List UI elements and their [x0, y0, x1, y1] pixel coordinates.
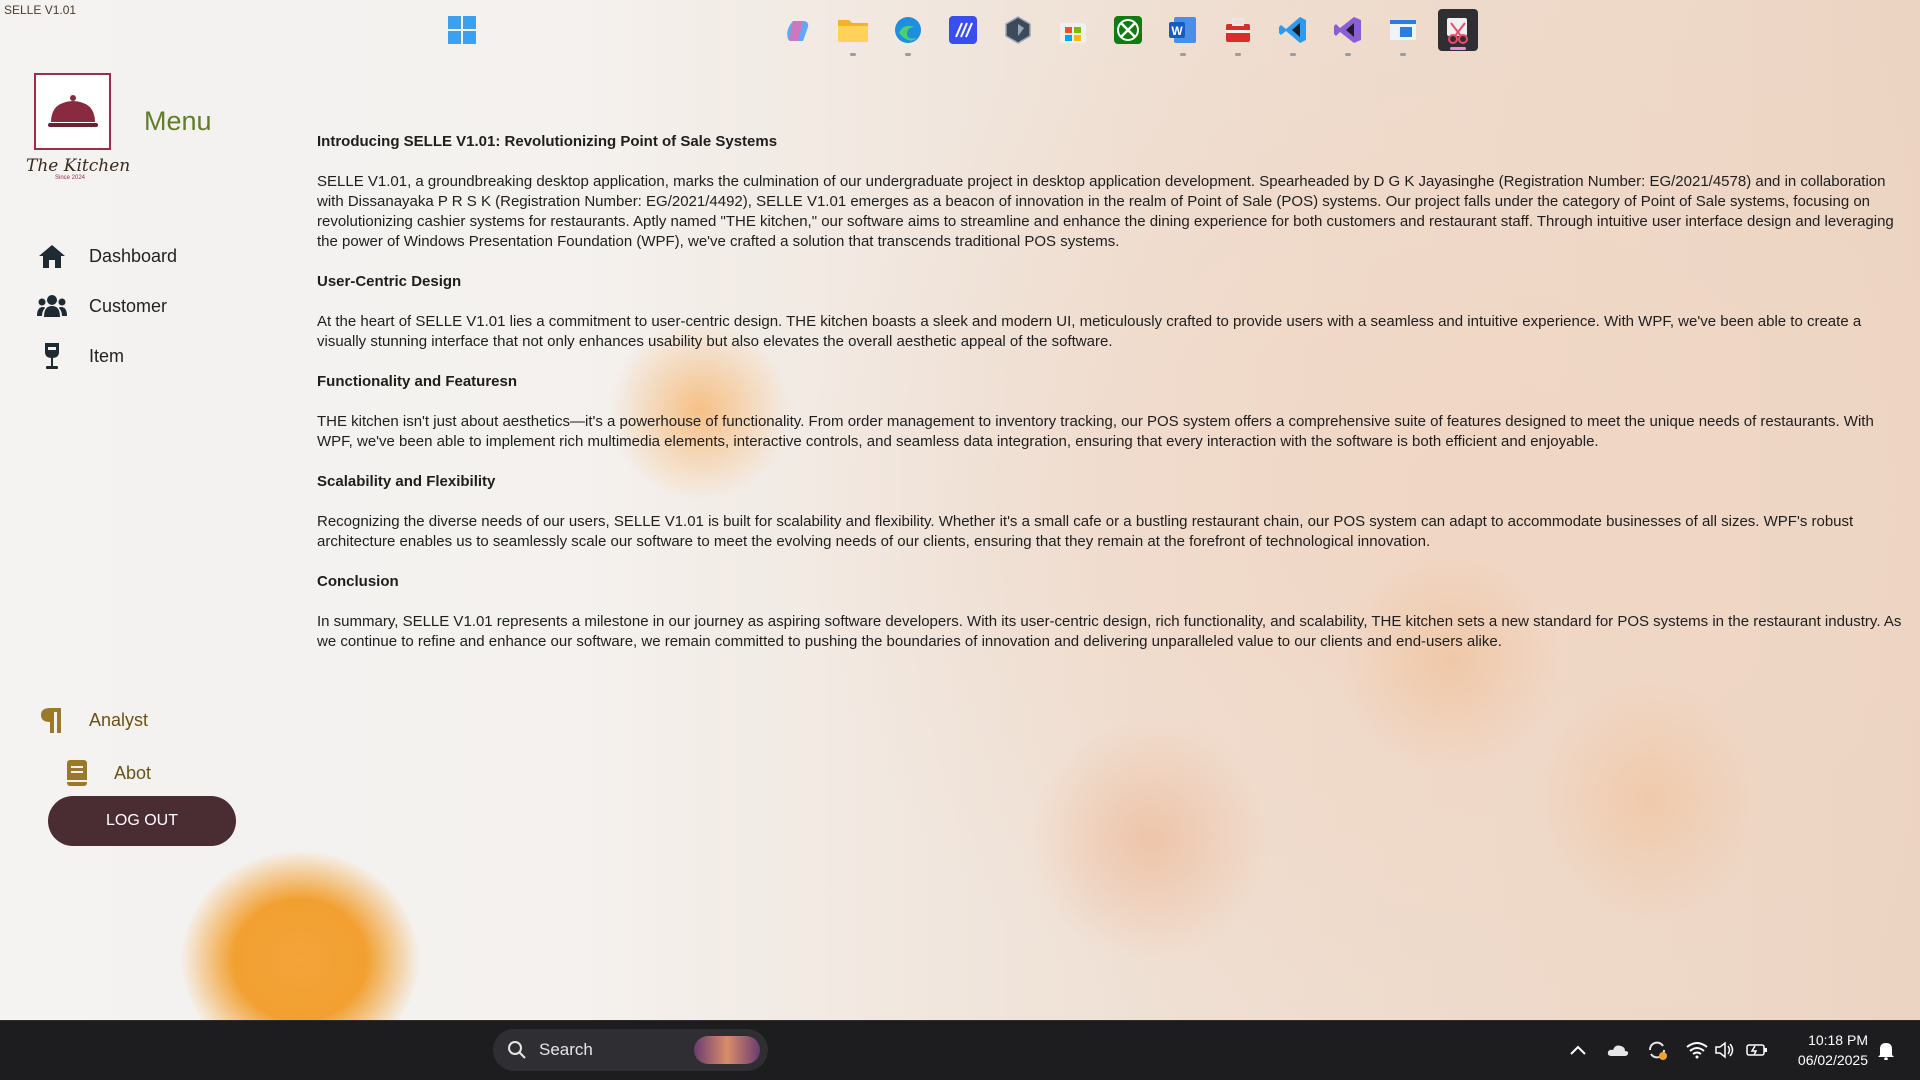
- sidebar-item-dashboard[interactable]: Dashboard: [36, 240, 177, 272]
- section-title: Functionality and Featuresn: [317, 373, 518, 390]
- window-app-icon[interactable]: [1385, 12, 1421, 56]
- clock-date: 06/02/2025: [1797, 1052, 1868, 1068]
- logout-button[interactable]: LOG OUT: [48, 796, 236, 846]
- menu-title: Menu: [144, 106, 212, 136]
- home-icon: [36, 240, 68, 272]
- search-label: Search: [539, 1040, 593, 1059]
- volume-icon[interactable]: [1713, 1038, 1737, 1062]
- section-body: Recognizing the diverse needs of our use…: [317, 513, 1854, 550]
- sidebar-item-label: Item: [89, 345, 125, 366]
- copilot-icon[interactable]: [780, 12, 816, 48]
- running-indicator: [1450, 47, 1466, 50]
- snipping-tool-icon[interactable]: [1438, 9, 1478, 51]
- logo-subtext: Since 2024: [55, 175, 86, 181]
- taskbar: [0, 1020, 1920, 1080]
- running-indicator: [1180, 53, 1186, 56]
- taskbar-clock[interactable]: 10:18 PM 06/02/2025: [1786, 1030, 1868, 1070]
- running-indicator: [1345, 53, 1351, 56]
- svg-text:W: W: [1171, 24, 1183, 38]
- vscode-icon[interactable]: [1275, 12, 1311, 56]
- sidebar-item-analyst[interactable]: Analyst: [36, 704, 148, 736]
- book-icon: [61, 757, 93, 789]
- taskbar-search[interactable]: Search: [493, 1029, 768, 1071]
- word-icon[interactable]: W: [1165, 12, 1201, 56]
- microsoft-store-icon[interactable]: [1055, 12, 1091, 48]
- toolbox-icon[interactable]: [1220, 12, 1256, 56]
- sidebar-item-label: Analyst: [89, 709, 149, 730]
- sync-icon[interactable]: [1645, 1038, 1669, 1062]
- cloche-icon: [47, 94, 98, 127]
- running-indicator: [850, 53, 856, 56]
- section-body: In summary, SELLE V1.01 represents a mil…: [317, 613, 1902, 650]
- visual-studio-icon[interactable]: [1330, 12, 1366, 56]
- running-indicator: [1400, 53, 1406, 56]
- wifi-icon[interactable]: [1685, 1038, 1709, 1062]
- file-explorer-icon[interactable]: [835, 12, 871, 56]
- windows-icon: [448, 16, 476, 44]
- section-title: Scalability and Flexibility: [317, 473, 496, 490]
- paragraph-icon: [36, 704, 68, 736]
- running-indicator: [1235, 53, 1241, 56]
- running-indicator: [905, 53, 911, 56]
- page-title: Introducing SELLE V1.01: Revolutionizing…: [317, 133, 778, 150]
- logo-text: The Kitchen: [26, 156, 131, 176]
- running-indicator: [1290, 53, 1296, 56]
- wine-glass-icon: [36, 340, 68, 372]
- sidebar-item-label: Dashboard: [89, 245, 178, 266]
- window-title: SELLE V1.01: [4, 3, 77, 17]
- onedrive-icon[interactable]: [1606, 1038, 1630, 1062]
- search-highlight-image: [694, 1036, 760, 1064]
- about-content: Introducing SELLE V1.01: Revolutionizing…: [317, 132, 1912, 672]
- sidebar-item-label: Abot: [114, 762, 152, 783]
- sidebar-item-about[interactable]: Abot: [61, 757, 151, 789]
- notification-bell-icon[interactable]: [1874, 1038, 1898, 1062]
- section-body: At the heart of SELLE V1.01 lies a commi…: [317, 313, 1862, 350]
- section-title: User-Centric Design: [317, 273, 462, 290]
- users-icon: [36, 290, 68, 322]
- sidebar-item-label: Customer: [89, 295, 168, 316]
- section-title: Conclusion: [317, 573, 399, 590]
- sidebar-item-item[interactable]: Item: [36, 340, 124, 372]
- clock-time: 10:18 PM: [1808, 1032, 1868, 1048]
- kitchen-logo: [34, 73, 111, 150]
- chevron-up-icon[interactable]: [1566, 1038, 1590, 1062]
- intro-paragraph: SELLE V1.01, a groundbreaking desktop ap…: [317, 173, 1894, 250]
- battery-icon[interactable]: [1745, 1038, 1769, 1062]
- edge-icon[interactable]: [890, 12, 926, 56]
- start-button[interactable]: [444, 12, 480, 48]
- xbox-icon[interactable]: [1110, 12, 1146, 48]
- section-body: THE kitchen isn't just about aesthetics—…: [317, 413, 1874, 450]
- search-icon: [508, 1041, 526, 1059]
- code-editor-icon[interactable]: [945, 12, 981, 48]
- sidebar-item-customer[interactable]: Customer: [36, 290, 167, 322]
- settings-app-icon[interactable]: [1000, 12, 1036, 48]
